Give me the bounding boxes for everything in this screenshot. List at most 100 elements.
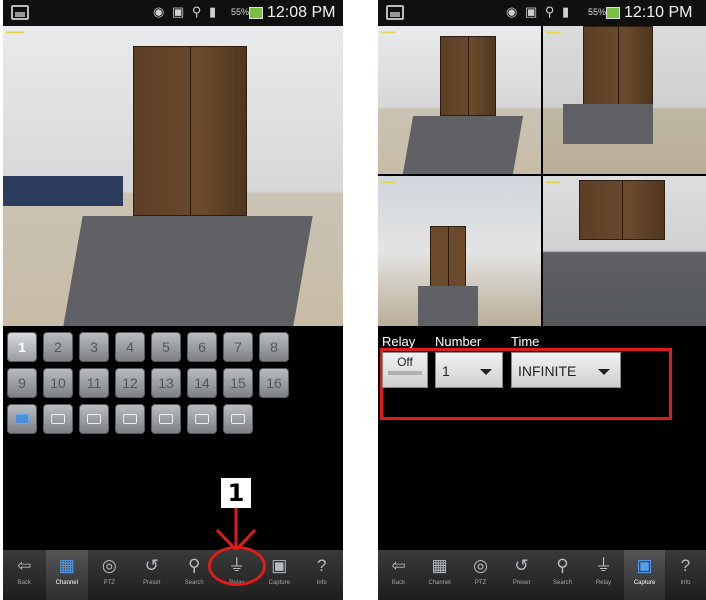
bottom-navigation: ⇦ Back ▦ Channel ◎ PTZ ↺ Preset ⚲ Search ⏚ Relay ▣ Ca…	[3, 550, 343, 600]
relay-header: Relay	[382, 334, 416, 349]
channel-key-4[interactable]: 4	[115, 332, 145, 362]
quad-view-icon	[51, 414, 65, 424]
nav-ptz[interactable]: ◎ PTZ	[460, 550, 501, 600]
channel-key-9[interactable]: 9	[7, 368, 37, 398]
back-icon: ⇦	[17, 556, 32, 575]
nav-back[interactable]: ⇦ Back	[378, 550, 419, 600]
ptz-icon: ◎	[101, 556, 117, 575]
time-header: Time	[511, 334, 540, 349]
preset-icon: ↺	[514, 556, 529, 575]
door	[133, 46, 247, 216]
relay-off-label: Off	[397, 355, 413, 369]
gallery-icon	[11, 5, 29, 20]
quad-view-button[interactable]	[43, 404, 73, 434]
channel-key-10[interactable]: 10	[43, 368, 73, 398]
channel-key-5[interactable]: 5	[151, 332, 181, 362]
camera-view-1[interactable]: ▬▬▬▬	[378, 26, 541, 174]
nav-preset[interactable]: ↺ Preset	[131, 550, 174, 600]
rotate-icon	[231, 414, 245, 424]
relay-highlight-circle	[208, 546, 266, 586]
relay-control-panel: Relay Number Time Off 1 INFINITE	[378, 326, 706, 426]
floor-mat	[563, 104, 653, 144]
camera-view-3[interactable]: ▬▬▬▬	[378, 176, 541, 326]
nav-label: Preset	[512, 580, 531, 586]
time-dropdown[interactable]: INFINITE	[511, 352, 621, 388]
status-bar: ◉ ▣ ⚲ ▮ 55% 12:08 PM	[3, 0, 343, 26]
nav-label: Channel	[428, 580, 451, 586]
info-icon: ?	[680, 556, 691, 575]
battery-icon	[249, 7, 263, 19]
channel-key-3[interactable]: 3	[79, 332, 109, 362]
search-icon: ⚲	[556, 556, 569, 575]
channel-key-7[interactable]: 7	[223, 332, 253, 362]
nav-back[interactable]: ⇦ Back	[3, 550, 46, 600]
door	[583, 26, 653, 106]
status-icons: ◉ ▣ ⚲ ▮	[506, 4, 572, 19]
status-clock: 12:08 PM	[267, 4, 336, 21]
number-value: 1	[442, 363, 450, 379]
floor-mat	[63, 216, 313, 326]
sixteen-view-button[interactable]	[115, 404, 145, 434]
nav-channel[interactable]: ▦ Channel	[45, 550, 88, 600]
nav-capture[interactable]: ▣ Capture	[258, 550, 301, 600]
nav-label: Back	[17, 580, 31, 586]
nav-info[interactable]: ? Info	[301, 550, 344, 600]
nav-label: Info	[680, 580, 691, 586]
grid-icon: ▦	[58, 556, 75, 575]
channel-key-15[interactable]: 15	[223, 368, 253, 398]
nav-label: PTZ	[474, 580, 487, 586]
camera-timestamp: ▬▬▬▬	[381, 29, 396, 36]
camera-view-4[interactable]: ▬▬▬▬	[543, 176, 706, 326]
nav-label: Capture	[633, 580, 656, 586]
split-view-icon	[159, 414, 173, 424]
capture-icon: ▣	[636, 556, 653, 575]
channel-key-14[interactable]: 14	[187, 368, 217, 398]
nav-info[interactable]: ? Info	[665, 550, 706, 600]
nav-preset[interactable]: ↺ Preset	[501, 550, 542, 600]
channel-key-8[interactable]: 8	[259, 332, 289, 362]
camera-timestamp: ▬▬▬▬	[546, 179, 561, 186]
fullscreen-icon	[195, 414, 209, 424]
status-icons: ◉ ▣ ⚲ ▮	[153, 4, 219, 19]
rotate-button[interactable]	[223, 404, 253, 434]
chevron-down-icon	[480, 369, 492, 375]
nav-label: Search	[184, 580, 204, 586]
bottom-navigation: ⇦ Back ▦ Channel ◎ PTZ ↺ Preset ⚲ Search ⏚ Relay ▣ Ca…	[378, 550, 706, 600]
nav-channel[interactable]: ▦ Channel	[419, 550, 460, 600]
camera-view-1[interactable]: ▬▬▬▬▬	[3, 26, 343, 326]
single-view-button[interactable]	[7, 404, 37, 434]
callout-label: 1	[221, 478, 251, 508]
phone-screen-left: ◉ ▣ ⚲ ▮ 55% 12:08 PM ▬▬▬▬▬ 1 2 3 4 5 6 7 8 9 10 11…	[3, 0, 343, 600]
phone-screen-right: ◉ ▣ ⚲ ▮ 55% 12:10 PM ▬▬▬▬ ▬▬▬▬ ▬▬▬▬ ▬▬▬▬…	[378, 0, 706, 600]
number-dropdown[interactable]: 1	[435, 352, 503, 388]
camera-view-2[interactable]: ▬▬▬▬	[543, 26, 706, 174]
nav-ptz[interactable]: ◎ PTZ	[88, 550, 131, 600]
camera-timestamp: ▬▬▬▬▬	[6, 29, 25, 36]
channel-key-16[interactable]: 16	[259, 368, 289, 398]
relay-off-button[interactable]: Off	[382, 352, 428, 388]
channel-key-12[interactable]: 12	[115, 368, 145, 398]
battery-percent: 55%	[231, 7, 250, 17]
channel-key-6[interactable]: 6	[187, 332, 217, 362]
fullscreen-button[interactable]	[187, 404, 217, 434]
battery-percent: 55%	[588, 7, 607, 17]
split-view-button[interactable]	[151, 404, 181, 434]
door	[579, 180, 665, 240]
door	[440, 36, 496, 116]
sixteen-view-icon	[123, 414, 137, 424]
channel-key-11[interactable]: 11	[79, 368, 109, 398]
nav-capture[interactable]: ▣ Capture	[624, 550, 665, 600]
nav-label: Channel	[55, 580, 78, 586]
nav-label: Search	[552, 580, 572, 586]
nav-label: Capture	[268, 580, 290, 586]
nine-view-button[interactable]	[79, 404, 109, 434]
nav-search[interactable]: ⚲ Search	[542, 550, 583, 600]
nav-relay[interactable]: ⏚ Relay	[583, 550, 624, 600]
channel-key-2[interactable]: 2	[43, 332, 73, 362]
info-icon: ?	[317, 556, 327, 575]
nav-label: PTZ	[103, 580, 115, 586]
battery-icon	[606, 7, 620, 19]
channel-key-1[interactable]: 1	[7, 332, 37, 362]
nav-label: Info	[316, 580, 327, 586]
channel-key-13[interactable]: 13	[151, 368, 181, 398]
